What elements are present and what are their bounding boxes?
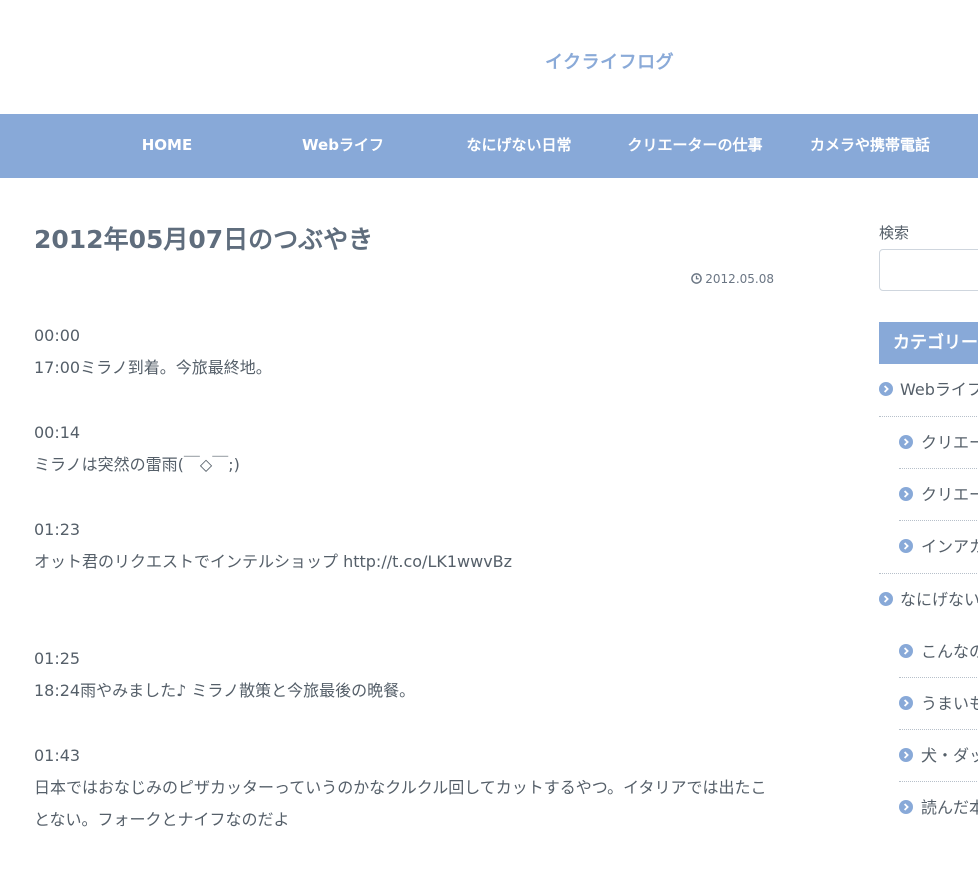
chevron-right-circle-icon xyxy=(879,592,893,606)
tweet-time[interactable]: 00:14 xyxy=(34,417,779,449)
sidebar: 検索 カテゴリー Webライフ クリエー クリエー インアカ なにげない こんな… xyxy=(879,222,978,834)
category-label: うまいも xyxy=(921,694,978,713)
chevron-right-circle-icon xyxy=(899,644,913,658)
nav-item-daily[interactable]: なにげない日常 xyxy=(444,114,594,178)
category-item[interactable]: 犬・ダッ xyxy=(879,730,978,782)
category-item[interactable]: なにげない xyxy=(879,573,978,626)
tweet-item: 01:43 日本ではおなじみのピザカッターっていうのかなクルクル回してカットする… xyxy=(34,740,779,836)
category-label: 読んだ本 xyxy=(921,798,978,817)
post-body: 00:00 17:00ミラノ到着。今旅最終地。 00:14 ミラノは突然の雷雨(… xyxy=(34,320,779,869)
category-label: クリエー xyxy=(921,485,978,504)
chevron-right-circle-icon xyxy=(899,487,913,501)
chevron-right-circle-icon xyxy=(899,800,913,814)
nav-item-home[interactable]: HOME xyxy=(92,114,242,178)
category-label: クリエー xyxy=(921,433,978,452)
tweet-text: 日本ではおなじみのピザカッターっていうのかなクルクル回してカットするやつ。イタリ… xyxy=(34,778,767,829)
main-nav: HOME Webライフ なにげない日常 クリエーターの仕事 カメラや携帯電話 xyxy=(0,114,978,178)
chevron-right-circle-icon xyxy=(899,435,913,449)
tweet-item: 01:23 オット君のリクエストでインテルショップ http://t.co/LK… xyxy=(34,514,779,578)
nav-item-web-life[interactable]: Webライフ xyxy=(268,114,418,178)
tweet-time[interactable]: 00:00 xyxy=(34,320,779,352)
category-item[interactable]: うまいも xyxy=(879,678,978,730)
chevron-right-circle-icon xyxy=(899,748,913,762)
site-header: イクライフログ xyxy=(0,0,978,114)
post-date: 2012.05.08 xyxy=(691,272,774,286)
tweet-text: オット君のリクエストでインテルショップ http://t.co/LK1wwvBz xyxy=(34,552,513,571)
tweet-time[interactable]: 01:23 xyxy=(34,514,779,546)
post-date-text: 2012.05.08 xyxy=(705,272,774,286)
nav-item-creator-work[interactable]: クリエーターの仕事 xyxy=(610,114,780,178)
tweet-time[interactable]: 01:25 xyxy=(34,643,779,675)
category-item[interactable]: Webライフ xyxy=(879,364,978,417)
category-item[interactable]: こんなの xyxy=(879,626,978,678)
category-widget-title: カテゴリー xyxy=(879,322,978,364)
category-label: インアカ xyxy=(921,537,978,556)
tweet-item: 01:25 18:24雨やみました♪ ミラノ散策と今旅最後の晩餐。 xyxy=(34,643,779,707)
tweet-text: 18:24雨やみました♪ ミラノ散策と今旅最後の晩餐。 xyxy=(34,681,416,700)
category-label: なにげない xyxy=(900,590,978,609)
tweet-time[interactable]: 01:43 xyxy=(34,740,779,772)
category-label: Webライフ xyxy=(900,380,978,399)
post-title: 2012年05月07日のつぶやき xyxy=(34,225,374,254)
category-label: 犬・ダッ xyxy=(921,746,978,765)
tweet-text: 17:00ミラノ到着。今旅最終地。 xyxy=(34,358,272,377)
category-item[interactable]: クリエー xyxy=(879,417,978,469)
chevron-right-circle-icon xyxy=(879,382,893,396)
nav-item-camera-phone[interactable]: カメラや携帯電話 xyxy=(790,114,950,178)
search-input[interactable] xyxy=(879,249,978,291)
chevron-right-circle-icon xyxy=(899,696,913,710)
tweet-item: 00:00 17:00ミラノ到着。今旅最終地。 xyxy=(34,320,779,384)
category-label: こんなの xyxy=(921,642,978,661)
tweet-text: ミラノは突然の雷雨(￣◇￣;) xyxy=(34,455,240,474)
category-item[interactable]: インアカ xyxy=(879,521,978,573)
category-list: Webライフ クリエー クリエー インアカ なにげない こんなの うまいも 犬・… xyxy=(879,364,978,834)
site-title[interactable]: イクライフログ xyxy=(545,48,674,74)
search-label: 検索 xyxy=(879,224,910,242)
category-item[interactable]: クリエー xyxy=(879,469,978,521)
tweet-item: 00:14 ミラノは突然の雷雨(￣◇￣;) xyxy=(34,417,779,481)
chevron-right-circle-icon xyxy=(899,539,913,553)
clock-icon xyxy=(691,273,703,284)
category-item[interactable]: 読んだ本 xyxy=(879,782,978,834)
